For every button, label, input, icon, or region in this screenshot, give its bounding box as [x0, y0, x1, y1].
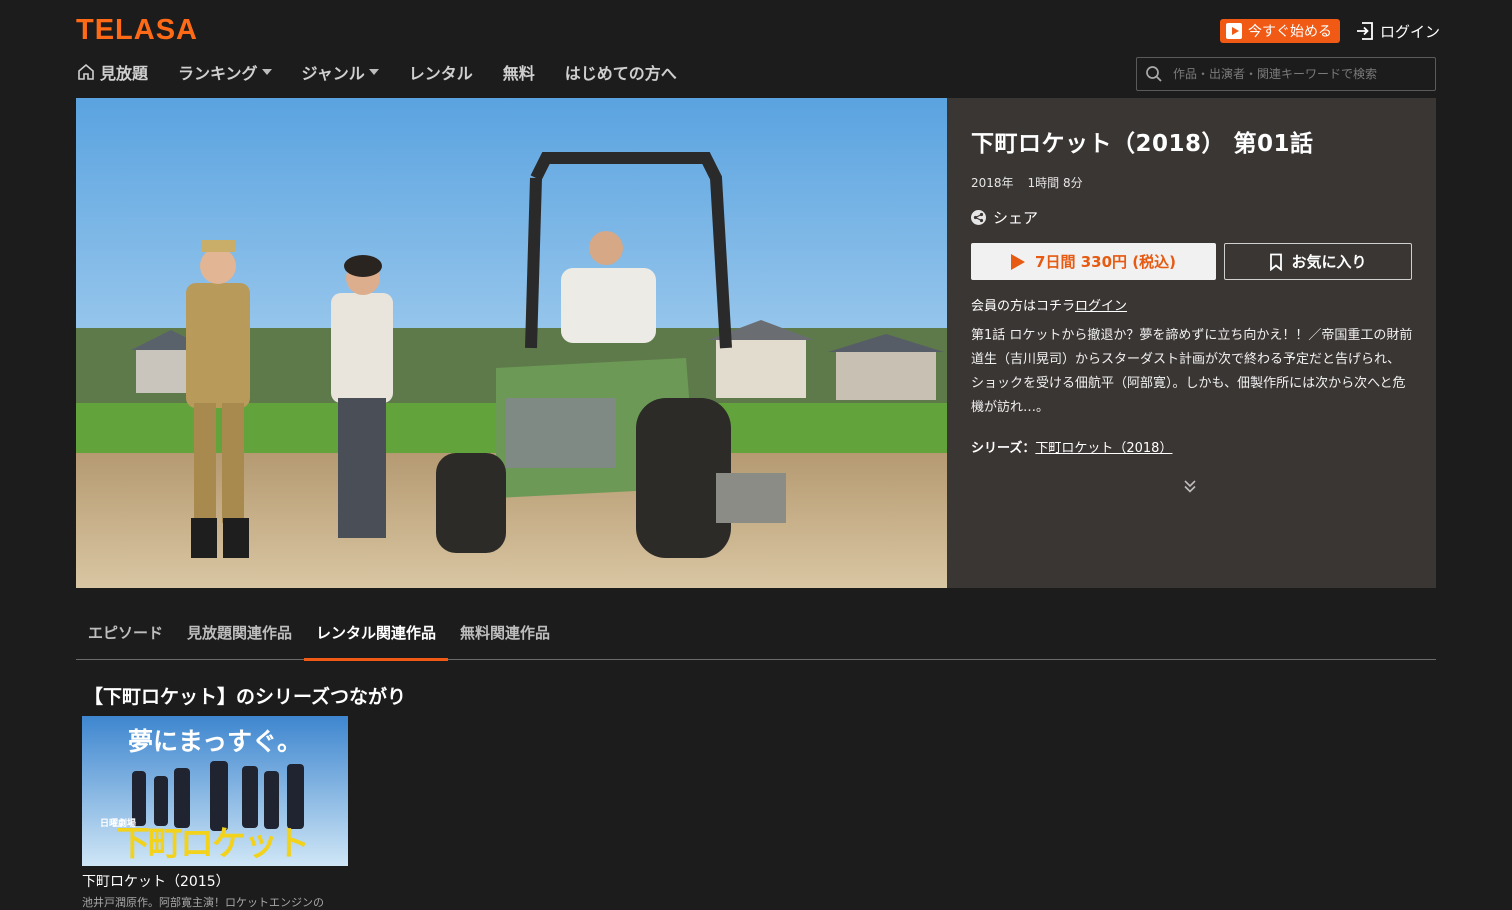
series-label: シリーズ：: [971, 441, 1036, 456]
home-icon: [78, 63, 94, 80]
member-login-text: 会員の方はコチラログイン: [971, 295, 1412, 314]
bookmark-icon: [1270, 253, 1283, 271]
nav-item-unlimited[interactable]: 見放題: [76, 60, 148, 84]
telasa-logo[interactable]: TELASA: [76, 14, 198, 47]
caret-down-icon: [261, 69, 272, 75]
episode-year: 2018年: [971, 176, 1014, 190]
favorite-button[interactable]: お気に入り: [1224, 243, 1412, 280]
series-link[interactable]: 下町ロケット（2018）: [1035, 441, 1172, 456]
episode-duration: 1時間 8分: [1027, 176, 1083, 190]
series-card-description: 池井戸潤原作。阿部寛主演！ロケットエンジンの: [82, 896, 324, 909]
nav-item-rental[interactable]: レンタル: [409, 60, 473, 84]
search-input[interactable]: [1171, 66, 1421, 82]
start-now-button[interactable]: 今すぐ始める: [1220, 19, 1340, 43]
tab-unlimited-related[interactable]: 見放題関連作品: [175, 612, 304, 660]
section-title: 【下町ロケット】のシリーズつながり: [84, 686, 407, 708]
nav-item-genre[interactable]: ジャンル: [302, 60, 379, 84]
nav-item-beginners[interactable]: はじめての方へ: [565, 60, 677, 84]
nav-label: ジャンル: [301, 64, 365, 83]
expand-chevron-icon[interactable]: [1182, 478, 1198, 498]
rent-label: 7日間 330円 (税込): [1035, 253, 1176, 271]
play-icon: [1226, 23, 1242, 39]
episode-info-panel: 下町ロケット（2018） 第01話 2018年 1時間 8分 シェア 7日間 3…: [947, 98, 1436, 588]
header: TELASA 今すぐ始める ログイン 見放題 ランキング ジャンル レンタル 無…: [0, 0, 1512, 98]
nav-item-ranking[interactable]: ランキング: [178, 60, 272, 84]
login-button[interactable]: ログイン: [1355, 19, 1440, 43]
tab-free-related[interactable]: 無料関連作品: [448, 612, 562, 660]
nav-label: 見放題: [100, 64, 149, 83]
main-nav: 見放題 ランキング ジャンル レンタル 無料 はじめての方へ: [76, 58, 707, 86]
member-text: 会員の方はコチラ: [971, 299, 1076, 314]
tab-rental-related[interactable]: レンタル関連作品: [304, 612, 449, 661]
start-now-label: 今すぐ始める: [1248, 24, 1332, 40]
login-label: ログイン: [1380, 22, 1441, 41]
nav-label: ランキング: [178, 64, 258, 83]
nav-label: レンタル: [408, 64, 473, 83]
search-box: [1136, 57, 1436, 91]
tab-episodes[interactable]: エピソード: [76, 612, 175, 660]
play-icon: [1011, 253, 1026, 270]
episode-synopsis: 第1話 ロケットから撤退か？夢を諦めずに立ち向かえ！！／帝国重工の財前道生（吉川…: [971, 328, 1413, 415]
member-login-link[interactable]: ログイン: [1075, 299, 1127, 314]
rent-button[interactable]: 7日間 330円 (税込): [971, 243, 1216, 280]
series-card[interactable]: 夢にまっすぐ。 日曜劇場 下町ロケット 下町ロケット（2015） 池井戸潤原作。…: [82, 716, 348, 910]
episode-title: 下町ロケット（2018） 第01話: [971, 131, 1314, 157]
key-visual-illustration: [76, 98, 947, 588]
series-info: シリーズ：下町ロケット（2018）: [971, 437, 1412, 456]
share-button[interactable]: シェア: [971, 207, 1412, 228]
series-card-title[interactable]: 下町ロケット（2015）: [82, 871, 348, 891]
share-icon: [971, 210, 986, 225]
login-icon: [1357, 22, 1373, 40]
nav-label: はじめての方へ: [564, 64, 677, 83]
series-card-thumbnail[interactable]: 夢にまっすぐ。 日曜劇場 下町ロケット: [82, 716, 348, 866]
caret-down-icon: [368, 69, 379, 75]
search-icon[interactable]: [1145, 65, 1163, 83]
thumbnail-logo: 下町ロケット: [116, 824, 310, 864]
episode-meta: 2018年 1時間 8分: [971, 174, 1412, 191]
action-buttons: 7日間 330円 (税込) お気に入り: [971, 243, 1412, 280]
nav-item-free[interactable]: 無料: [503, 60, 535, 84]
thumbnail-headline: 夢にまっすぐ。: [128, 727, 303, 756]
favorite-label: お気に入り: [1291, 253, 1367, 271]
nav-label: 無料: [502, 64, 535, 83]
share-label: シェア: [993, 209, 1039, 227]
episode-key-visual: [76, 98, 947, 588]
content-tabs: エピソード 見放題関連作品 レンタル関連作品 無料関連作品: [76, 612, 1436, 661]
